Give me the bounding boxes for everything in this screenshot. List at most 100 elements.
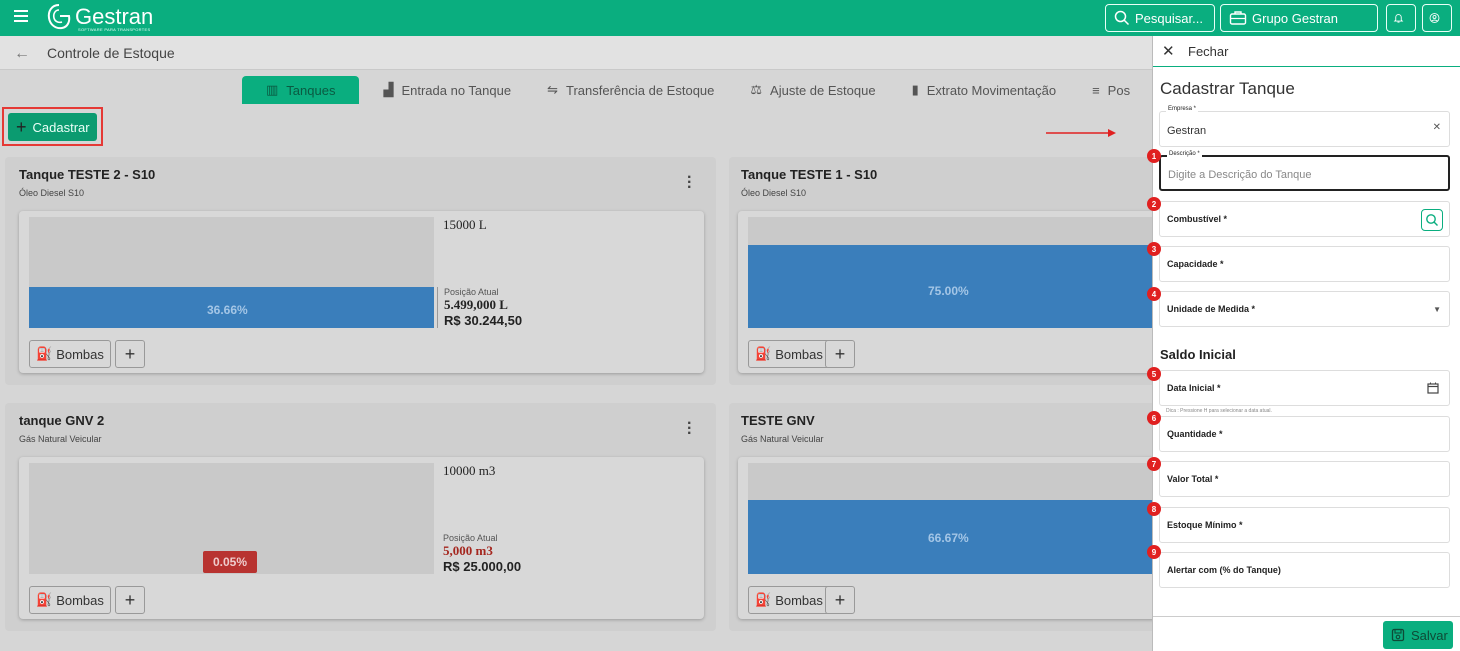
tank-details: 0.05% 10000 m3 Posição Atual 5,000 m3 R$…	[19, 457, 704, 619]
position-money: R$ 30.244,50	[444, 313, 523, 328]
clear-icon[interactable]: ✕	[1433, 122, 1441, 133]
quantidade-label: Quantidade *	[1167, 429, 1223, 439]
cadastrar-button[interactable]: + Cadastrar	[8, 113, 97, 141]
more-options-icon[interactable]: · · ·	[687, 170, 693, 196]
position-value: 5,000 m3	[443, 543, 493, 558]
tank-fuel: Óleo Diesel S10	[19, 188, 85, 198]
search-button[interactable]: Pesquisar...	[1105, 4, 1215, 32]
truck-transfer-icon: ⇋	[547, 82, 558, 97]
gestran-logo[interactable]: Gestran SOFTWARE PARA TRANSPORTES	[46, 3, 153, 32]
group-label: Grupo Gestran	[1252, 10, 1338, 26]
add-bomba-button[interactable]: +	[825, 340, 855, 368]
adjust-icon: ⚖	[750, 82, 763, 97]
empresa-label: Empresa *	[1166, 106, 1199, 112]
tank-fuel: Óleo Diesel S10	[741, 188, 807, 198]
saldo-inicial-title: Saldo Inicial	[1160, 347, 1236, 362]
tank-card: TESTE GNV Gás Natural Veicular 66.67% ⛽ …	[729, 403, 1152, 631]
unidade-medida-select[interactable]: Unidade de Medida * ▼	[1159, 291, 1450, 327]
bombas-button[interactable]: ⛽ Bombas	[29, 340, 111, 368]
quantidade-field[interactable]: Quantidade *	[1159, 416, 1450, 452]
save-button[interactable]: Salvar	[1383, 621, 1453, 649]
step-badge: 7	[1147, 457, 1161, 471]
step-badge: 4	[1147, 287, 1161, 301]
plus-icon: +	[124, 589, 136, 610]
tab-label: Entrada no Tanque	[401, 82, 512, 98]
save-icon	[1391, 628, 1405, 642]
valor-label: Valor Total *	[1167, 474, 1219, 484]
fuel-pump-icon: ⛽	[36, 346, 53, 361]
step-badge: 9	[1147, 545, 1161, 559]
document-icon: ▮	[911, 82, 919, 97]
tab-label: Transferência de Estoque	[566, 82, 715, 98]
tank-level-gauge: 36.66%	[29, 217, 434, 328]
tab-extrato-movimentacao[interactable]: ▮ Extrato Movimentação	[900, 76, 1069, 104]
tab-posicao[interactable]: ≡ Pos	[1080, 76, 1130, 104]
search-combustivel-button[interactable]	[1421, 209, 1443, 231]
calendar-icon[interactable]	[1427, 382, 1439, 394]
position-value: 5.499,000 L	[444, 297, 508, 312]
tank-details: 36.66% 15000 L Posição Atual 5.499,000 L…	[19, 211, 704, 373]
plus-icon: +	[124, 343, 136, 364]
bombas-button[interactable]: ⛽ Bombas	[29, 586, 111, 614]
back-arrow-icon[interactable]: ←	[14, 45, 30, 63]
alertar-field[interactable]: Alertar com (% do Tanque)	[1159, 552, 1450, 588]
bombas-button[interactable]: ⛽ Bombas	[748, 340, 830, 368]
red-arrow-annotation	[1046, 129, 1116, 137]
step-badge: 2	[1147, 197, 1161, 211]
estoque-minimo-field[interactable]: Estoque Mínimo *	[1159, 507, 1450, 543]
step-badge: 3	[1147, 242, 1161, 256]
tank-capacity: 10000 m3	[443, 463, 496, 478]
descricao-field[interactable]: Descrição * Digite a Descrição do Tanque	[1159, 151, 1450, 191]
tank-details: 66.67% ⛽ Bombas +	[738, 457, 1152, 619]
user-menu-button[interactable]	[1422, 4, 1452, 32]
bombas-button[interactable]: ⛽ Bombas	[748, 586, 830, 614]
date-hint: Dica : Pressione H para selecionar a dat…	[1166, 408, 1272, 414]
tank-card: Tanque TESTE 2 - S10 Óleo Diesel S10 · · ·…	[5, 157, 716, 385]
notifications-button[interactable]	[1386, 4, 1416, 32]
brand-tagline: SOFTWARE PARA TRANSPORTES	[78, 27, 151, 32]
add-bomba-button[interactable]: +	[115, 340, 145, 368]
position-block: Posição Atual 5,000 m3 R$ 25.000,00	[437, 533, 521, 574]
group-selector-button[interactable]: Grupo Gestran	[1220, 4, 1378, 32]
cadastrar-highlight: + Cadastrar	[2, 107, 103, 146]
estoque-label: Estoque Mínimo *	[1167, 520, 1243, 530]
tank-card: Tanque TESTE 1 - S10 Óleo Diesel S10 75.…	[729, 157, 1152, 385]
plus-icon: +	[834, 343, 846, 364]
empresa-value: Gestran	[1167, 125, 1207, 137]
combustivel-field[interactable]: Combustível *	[1159, 201, 1450, 237]
tab-tanques[interactable]: ▥ Tanques	[242, 76, 360, 104]
empresa-field[interactable]: Empresa * Gestran ✕	[1159, 106, 1450, 147]
tab-entrada-no-tanque[interactable]: ▟ Entrada no Tanque	[371, 76, 523, 104]
tank-title: Tanque TESTE 1 - S10	[741, 167, 878, 182]
add-bomba-button[interactable]: +	[115, 586, 145, 614]
bell-icon	[1393, 14, 1404, 23]
bombas-label: Bombas	[775, 346, 823, 362]
unidade-label: Unidade de Medida *	[1167, 304, 1256, 314]
position-label: Posição Atual	[443, 533, 498, 543]
tank-level-gauge: 75.00%	[748, 217, 1152, 328]
tank-fuel: Gás Natural Veicular	[741, 434, 824, 444]
menu-icon[interactable]	[14, 10, 28, 24]
data-inicial-field[interactable]: Data Inicial *	[1159, 370, 1450, 406]
close-icon: ✕	[1162, 43, 1175, 60]
capacidade-field[interactable]: Capacidade *	[1159, 246, 1450, 282]
close-panel-button[interactable]: ✕ Fechar	[1153, 36, 1460, 67]
list-icon: ≡	[1092, 82, 1100, 98]
position-block: Posição Atual 5.499,000 L R$ 30.244,50	[437, 287, 522, 328]
position-money: R$ 25.000,00	[443, 559, 522, 574]
tab-label: Extrato Movimentação	[926, 82, 1057, 98]
tank-card: tanque GNV 2 Gás Natural Veicular · · · 0.…	[5, 403, 716, 631]
combustivel-label: Combustível *	[1167, 214, 1228, 224]
tab-label: Pos	[1107, 82, 1131, 98]
alertar-label: Alertar com (% do Tanque)	[1167, 565, 1281, 575]
fill-percent-label: 36.66%	[207, 303, 248, 317]
tab-label: Tanques	[286, 82, 336, 98]
descricao-label: Descrição *	[1167, 151, 1202, 157]
tab-ajuste-de-estoque[interactable]: ⚖ Ajuste de Estoque	[738, 76, 887, 104]
fuel-pump-icon: ⛽	[36, 592, 53, 607]
add-bomba-button[interactable]: +	[825, 586, 855, 614]
plus-icon: +	[16, 116, 27, 137]
more-options-icon[interactable]: · · ·	[687, 416, 693, 442]
valor-total-field[interactable]: Valor Total *	[1159, 461, 1450, 497]
tab-transferencia-de-estoque[interactable]: ⇋ Transferência de Estoque	[535, 76, 726, 104]
